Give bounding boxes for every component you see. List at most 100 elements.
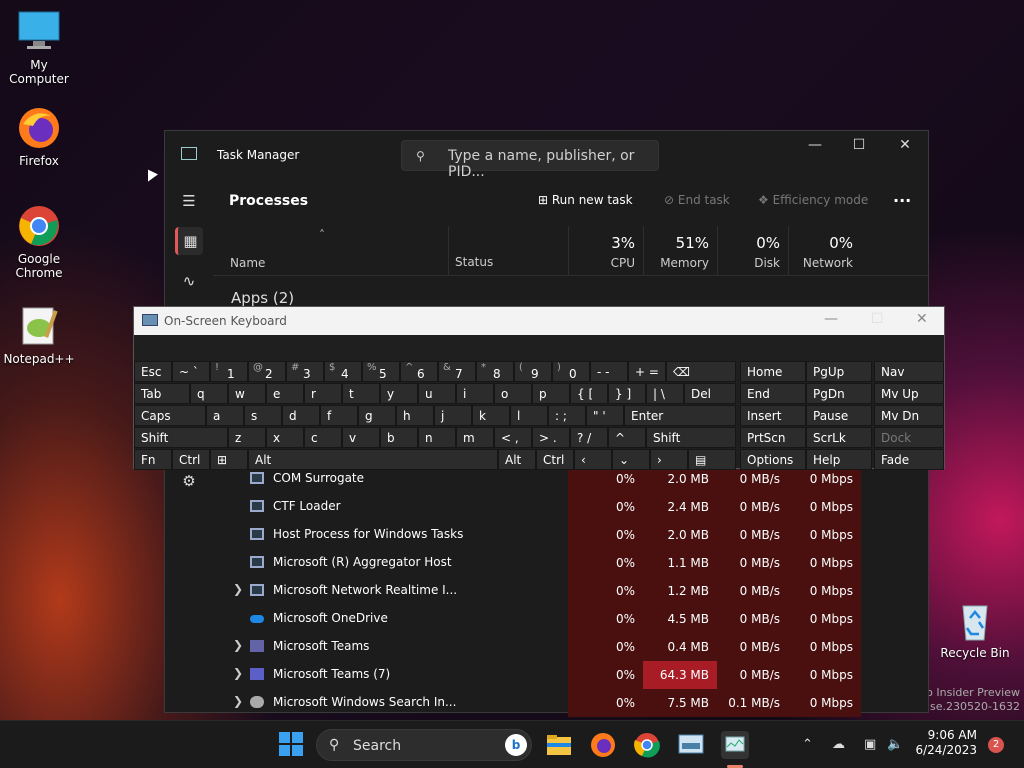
key-digit[interactable]: @2 <box>248 361 286 382</box>
notification-badge[interactable]: 2 <box>988 737 1004 753</box>
key-rbracket[interactable]: } ] <box>608 383 646 404</box>
key-letter[interactable]: c <box>304 427 342 448</box>
key-letter[interactable]: l <box>510 405 548 426</box>
key-letter[interactable]: r <box>304 383 342 404</box>
key-letter[interactable]: k <box>472 405 510 426</box>
efficiency-mode-button[interactable]: ❖ Efficiency mode <box>758 193 868 207</box>
key-fn[interactable]: Fn <box>134 449 172 470</box>
table-row[interactable]: Host Process for Windows Tasks 0% 2.0 MB 0 … <box>213 521 928 549</box>
key-letter[interactable]: h <box>396 405 434 426</box>
key-letter[interactable]: m <box>456 427 494 448</box>
key-shift-left[interactable]: Shift <box>134 427 228 448</box>
key-letter[interactable]: n <box>418 427 456 448</box>
key-tilde[interactable]: ~ ` <box>172 361 210 382</box>
key-dock[interactable]: Dock <box>874 427 944 448</box>
end-task-button[interactable]: ⊘ End task <box>664 193 730 207</box>
maximize-button[interactable]: ☐ <box>843 137 875 159</box>
key-pgup[interactable]: PgUp <box>806 361 872 382</box>
key-letter[interactable]: z <box>228 427 266 448</box>
key-letter[interactable]: o <box>494 383 532 404</box>
chevron-up-icon[interactable]: ⌃ <box>802 737 813 752</box>
key-digit[interactable]: ! 1 <box>210 361 248 382</box>
key-insert[interactable]: Insert <box>740 405 806 426</box>
key-digit[interactable]: % 5 <box>362 361 400 382</box>
minimize-button[interactable]: — <box>799 137 831 159</box>
osk-close-button[interactable]: ✕ <box>916 311 928 327</box>
table-row[interactable]: ❯ Microsoft Windows Search In... 0% 7.5 MB 0… <box>213 689 928 717</box>
start-windows-icon[interactable] <box>278 731 306 759</box>
osk-taskbar-icon[interactable] <box>677 731 705 759</box>
chrome-taskbar-icon[interactable] <box>633 731 661 759</box>
key-digit[interactable]: $4 <box>324 361 362 382</box>
key-shift-right[interactable]: Shift <box>646 427 736 448</box>
key-equals[interactable]: + = <box>628 361 666 382</box>
key-ctrl[interactable]: Ctrl <box>172 449 210 470</box>
key-windows-icon[interactable]: ⊞ <box>210 449 248 470</box>
key-pause[interactable]: Pause <box>806 405 872 426</box>
key-letter[interactable]: e <box>266 383 304 404</box>
key-scrlk[interactable]: ScrLk <box>806 427 872 448</box>
key-letter[interactable]: u <box>418 383 456 404</box>
key-home[interactable]: Home <box>740 361 806 382</box>
key-letter[interactable]: x <box>266 427 304 448</box>
key-comma[interactable]: < , <box>494 427 532 448</box>
key-enter[interactable]: Enter <box>624 405 736 426</box>
key-alt-right[interactable]: Alt <box>498 449 536 470</box>
table-row[interactable]: ❯ Microsoft Teams (7) 0% 64.3 MB 0 MB/s 0 Mbp… <box>213 661 928 689</box>
network-icon[interactable]: ▣ <box>864 737 876 752</box>
search-box[interactable]: ⚲ Type a name, publisher, or PID... <box>401 140 659 180</box>
key-options[interactable]: Options <box>740 449 806 470</box>
key-digit[interactable]: * 8 <box>476 361 514 382</box>
key-digit[interactable]: ^ 6 <box>400 361 438 382</box>
volume-icon[interactable]: 🔈 <box>887 737 903 752</box>
key-letter[interactable]: v <box>342 427 380 448</box>
desktop-icon-my-computer[interactable]: My Computer <box>1 10 77 86</box>
key-prtscn[interactable]: PrtScn <box>740 427 806 448</box>
column-memory[interactable]: 51% Memory <box>643 226 717 276</box>
column-network[interactable]: 0% Network <box>788 226 861 276</box>
key-letter[interactable]: d <box>282 405 320 426</box>
key-del[interactable]: Del <box>684 383 736 404</box>
key-letter[interactable]: j <box>434 405 472 426</box>
table-row[interactable]: Microsoft OneDrive 0% 4.5 MB 0 MB/s 0 Mbps <box>213 605 928 633</box>
key-letter[interactable]: w <box>228 383 266 404</box>
key-nav[interactable]: Nav <box>874 361 944 382</box>
column-name[interactable]: Name <box>230 256 265 270</box>
key-letter[interactable]: y <box>380 383 418 404</box>
group-header-apps[interactable]: Apps (2) <box>231 289 294 307</box>
key-mvup[interactable]: Mv Up <box>874 383 944 404</box>
key-end[interactable]: End <box>740 383 806 404</box>
services-nav-icon[interactable]: ⚙ <box>175 467 203 495</box>
close-button[interactable]: ✕ <box>889 137 921 159</box>
key-digit[interactable]: ) 0 <box>552 361 590 382</box>
key-menu[interactable]: ▤ <box>688 449 736 470</box>
clock[interactable]: 9:06 AM 6/24/2023 <box>912 728 977 758</box>
key-minus[interactable]: - - <box>590 361 628 382</box>
expand-chevron-icon[interactable]: ❯ <box>233 638 243 652</box>
key-right-arrow[interactable]: › <box>650 449 688 470</box>
key-help[interactable]: Help <box>806 449 872 470</box>
key-letter[interactable]: t <box>342 383 380 404</box>
desktop-icon-notepadpp[interactable]: Notepad++ <box>1 304 77 366</box>
desktop-icon-recycle-bin[interactable]: Recycle Bin <box>937 598 1013 660</box>
taskbar-search[interactable]: ⚲ Search b <box>316 729 532 761</box>
key-esc[interactable]: Esc <box>134 361 172 382</box>
expand-chevron-icon[interactable]: ❯ <box>233 666 243 680</box>
osk-maximize-button[interactable]: ☐ <box>871 311 884 327</box>
key-tab[interactable]: Tab <box>134 383 190 404</box>
key-backspace[interactable]: ⌫ <box>666 361 736 382</box>
key-letter[interactable]: q <box>190 383 228 404</box>
table-row[interactable]: CTF Loader 0% 2.4 MB 0 MB/s 0 Mbps <box>213 493 928 521</box>
column-status[interactable]: Status <box>448 226 568 276</box>
key-ctrl-right[interactable]: Ctrl <box>536 449 574 470</box>
key-letter[interactable]: b <box>380 427 418 448</box>
key-letter[interactable]: s <box>244 405 282 426</box>
key-mvdn[interactable]: Mv Dn <box>874 405 944 426</box>
column-cpu[interactable]: 3% CPU <box>568 226 643 276</box>
key-left-arrow[interactable]: ‹ <box>574 449 612 470</box>
key-slash[interactable]: ? / <box>570 427 608 448</box>
column-disk[interactable]: 0% Disk <box>717 226 788 276</box>
key-pgdn[interactable]: PgDn <box>806 383 872 404</box>
key-alt[interactable]: Alt <box>248 449 498 470</box>
run-new-task-button[interactable]: ⊞ Run new task <box>538 193 633 207</box>
